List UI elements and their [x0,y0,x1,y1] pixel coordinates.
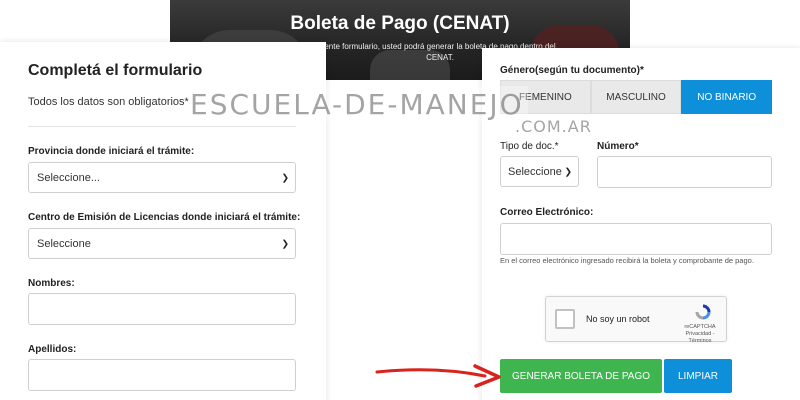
tipodoc-select-value: Seleccione [508,165,562,178]
watermark-text: ESCUELA-DE-MANEJO [190,88,524,121]
tipodoc-label: Tipo de doc.* [500,141,559,152]
provincia-select-value: Seleccione... [37,171,100,184]
centro-label: Centro de Emisión de Licencias donde ini… [28,212,301,223]
form-card-right: Género(según tu documento)* FEMENINO MAS… [482,48,800,400]
page-title: Boleta de Pago (CENAT) [290,13,510,34]
correo-input[interactable] [500,223,772,255]
provincia-select[interactable]: Seleccione... ❯ [28,162,296,193]
genero-label: Género(según tu documento)* [500,65,644,76]
provincia-label: Provincia donde iniciará el trámite: [28,146,195,157]
recaptcha-label: No soy un robot [586,314,650,324]
form-subtitle: Todos los datos son obligatorios* [28,96,189,108]
chevron-down-icon: ❯ [281,238,289,248]
apellidos-input[interactable] [28,359,296,391]
apellidos-label: Apellidos: [28,344,77,355]
numero-label: Número* [597,141,639,152]
genero-nobinario-button[interactable]: NO BINARIO [681,80,773,114]
centro-select-value: Seleccione [37,237,91,250]
recaptcha-checkbox[interactable] [555,309,575,329]
chevron-down-icon: ❯ [281,172,289,182]
numero-input[interactable] [597,156,772,188]
genero-toggle: FEMENINO MASCULINO NO BINARIO [500,80,773,114]
recaptcha-widget: No soy un robot reCAPTCHA Privacidad - T… [545,296,727,345]
recaptcha-links[interactable]: Privacidad - Términos [680,331,720,345]
chevron-down-icon: ❯ [564,166,572,176]
correo-label: Correo Electrónico: [500,207,594,218]
divider [28,126,296,127]
limpiar-button[interactable]: LIMPIAR [664,359,732,393]
tipodoc-select[interactable]: Seleccione ❯ [500,156,579,187]
correo-hint: En el correo electrónico ingresado recib… [500,256,754,265]
nombres-input[interactable] [28,293,296,325]
watermark-suffix: .COM.AR [515,117,592,136]
centro-select[interactable]: Seleccione ❯ [28,228,296,259]
nombres-label: Nombres: [28,278,75,289]
generar-boleta-button[interactable]: GENERAR BOLETA DE PAGO [500,359,662,393]
recaptcha-brand-name: reCAPTCHA [684,324,716,330]
red-arrow-icon [375,364,501,388]
recaptcha-brand: reCAPTCHA Privacidad - Términos [680,324,720,345]
recaptcha-logo-icon [695,304,711,320]
genero-masculino-button[interactable]: MASCULINO [590,80,682,114]
form-title: Completá el formulario [28,62,203,79]
